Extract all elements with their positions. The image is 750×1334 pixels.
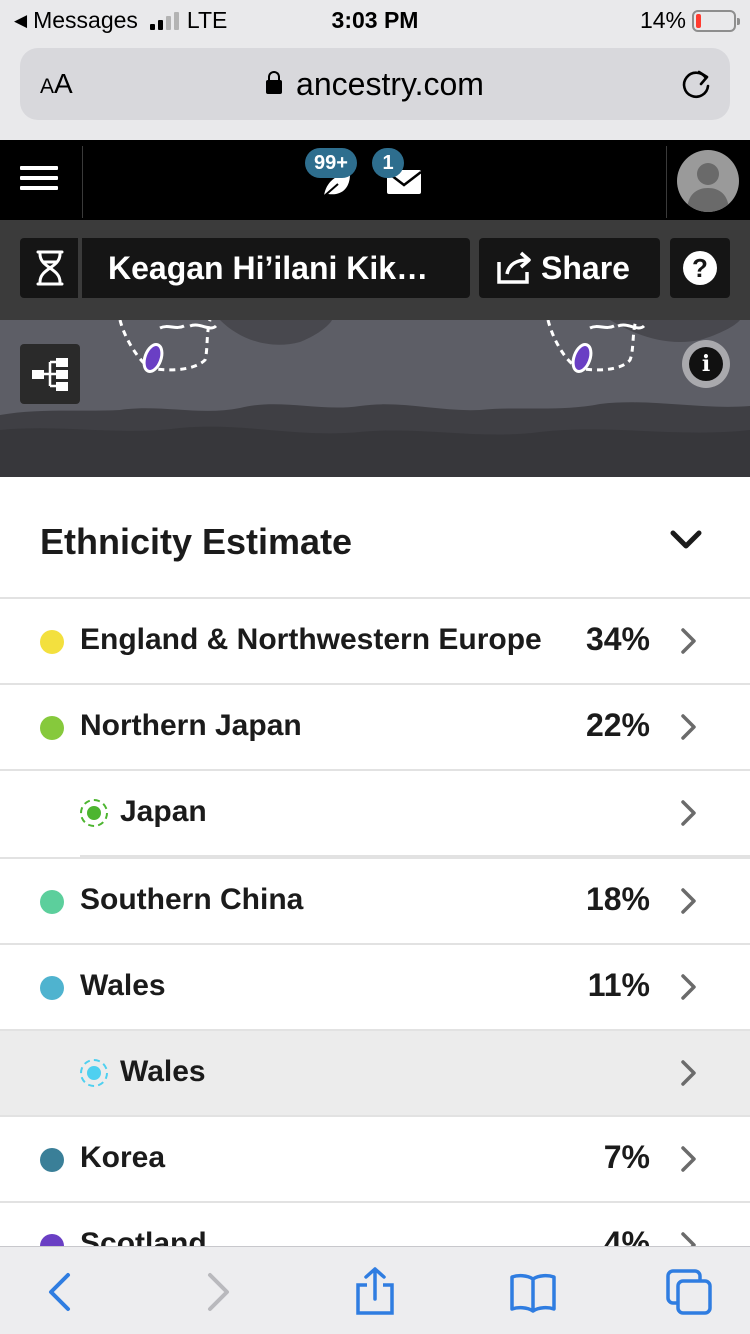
- region-name: Southern China: [80, 883, 304, 916]
- chevron-right-icon: [681, 974, 696, 1000]
- info-icon: i: [689, 347, 723, 381]
- panel-title: Ethnicity Estimate: [40, 521, 353, 562]
- status-bar: ◀ Messages LTE 3:03 PM 14%: [0, 0, 750, 40]
- chevron-right-icon: [681, 714, 696, 740]
- chevron-right-icon: [681, 628, 696, 654]
- region-color-dot: [40, 976, 64, 1000]
- chevron-down-icon[interactable]: [668, 527, 704, 553]
- ethnicity-row[interactable]: Wales 11%: [0, 945, 750, 1031]
- family-tree-icon[interactable]: [20, 344, 80, 404]
- reload-icon[interactable]: [678, 66, 714, 102]
- ethnicity-map[interactable]: i: [0, 320, 750, 477]
- browser-address-area: AA ancestry.com: [0, 40, 750, 140]
- ethnicity-row[interactable]: Southern China 18%: [0, 859, 750, 945]
- ethnicity-row[interactable]: Scotland 4%: [0, 1203, 750, 1247]
- region-color-dot: [40, 1148, 64, 1172]
- community-dot-icon: [80, 1059, 108, 1087]
- dna-icon: [36, 250, 64, 286]
- battery-fill: [696, 13, 702, 28]
- help-icon: ?: [683, 251, 717, 285]
- chevron-right-icon: [681, 1232, 696, 1247]
- region-name: Northern Japan: [80, 709, 302, 742]
- back-icon[interactable]: [36, 1267, 86, 1317]
- share-button[interactable]: Share: [479, 238, 660, 298]
- status-right: 14%: [639, 7, 740, 34]
- region-name: Scotland: [80, 1227, 207, 1247]
- ethnicity-row[interactable]: England & Northwestern Europe 34%: [0, 599, 750, 685]
- region-percent: 7%: [603, 1139, 650, 1175]
- forward-icon: [208, 1273, 229, 1311]
- tabs-icon[interactable]: [664, 1267, 714, 1317]
- chevron-right-icon: [681, 1060, 696, 1086]
- share-icon: [497, 251, 531, 284]
- share-sheet-icon[interactable]: [350, 1267, 400, 1317]
- map-info-button[interactable]: i: [682, 340, 730, 388]
- ethnicity-estimate-panel: Ethnicity Estimate England & Northwester…: [0, 477, 750, 1247]
- help-button[interactable]: ?: [670, 238, 730, 298]
- region-name: England & Northwestern Europe: [80, 623, 542, 656]
- battery-icon: [692, 9, 740, 32]
- region-percent: 34%: [585, 621, 650, 657]
- app-navigation: 99+ 1: [0, 140, 750, 220]
- profile-avatar-icon[interactable]: [677, 150, 739, 212]
- share-label: Share: [541, 250, 630, 286]
- ethnicity-subregion-row[interactable]: Japan: [0, 771, 750, 857]
- region-name: Korea: [80, 1141, 166, 1174]
- nav-divider: [666, 146, 667, 218]
- url-display[interactable]: ancestry.com: [20, 66, 730, 103]
- region-percent: 4%: [603, 1225, 650, 1247]
- region-percent: 11%: [587, 967, 650, 1003]
- bookmarks-icon[interactable]: [508, 1267, 558, 1317]
- messages-badge[interactable]: 1: [372, 148, 404, 178]
- ethnicity-row[interactable]: Northern Japan 22%: [0, 685, 750, 771]
- chevron-right-icon: [681, 1146, 696, 1172]
- lock-icon: [266, 71, 283, 94]
- dna-toolbar: Keagan Hi’ilani Kik… Share ?: [0, 220, 750, 320]
- address-bar[interactable]: AA ancestry.com: [20, 48, 730, 120]
- region-percent: 18%: [585, 881, 650, 917]
- dna-button[interactable]: [20, 238, 80, 298]
- ethnicity-header[interactable]: Ethnicity Estimate: [0, 477, 750, 599]
- world-map: [0, 320, 750, 477]
- ethnicity-subregion-row[interactable]: Wales: [0, 1031, 750, 1117]
- battery-percent: 14%: [639, 7, 686, 33]
- chevron-right-icon: [681, 888, 696, 914]
- test-owner-selector[interactable]: Keagan Hi’ilani Kik…: [82, 238, 470, 298]
- community-dot-icon: [80, 799, 108, 827]
- region-color-dot: [40, 630, 64, 654]
- nav-divider: [82, 146, 83, 218]
- subregion-name: Wales: [120, 1055, 206, 1088]
- ethnicity-row[interactable]: Korea 7%: [0, 1117, 750, 1203]
- hints-badge[interactable]: 99+: [305, 148, 357, 178]
- subregion-name: Japan: [120, 795, 207, 828]
- region-color-dot: [40, 716, 64, 740]
- clock: 3:03 PM: [331, 7, 419, 33]
- region-percent: 22%: [585, 707, 650, 743]
- region-name: Wales: [80, 969, 166, 1002]
- url-text: ancestry.com: [296, 66, 484, 102]
- chevron-right-icon: [681, 800, 696, 826]
- region-color-dot: [40, 890, 64, 914]
- browser-bottom-toolbar: [0, 1246, 750, 1334]
- hamburger-menu-icon[interactable]: [20, 166, 58, 196]
